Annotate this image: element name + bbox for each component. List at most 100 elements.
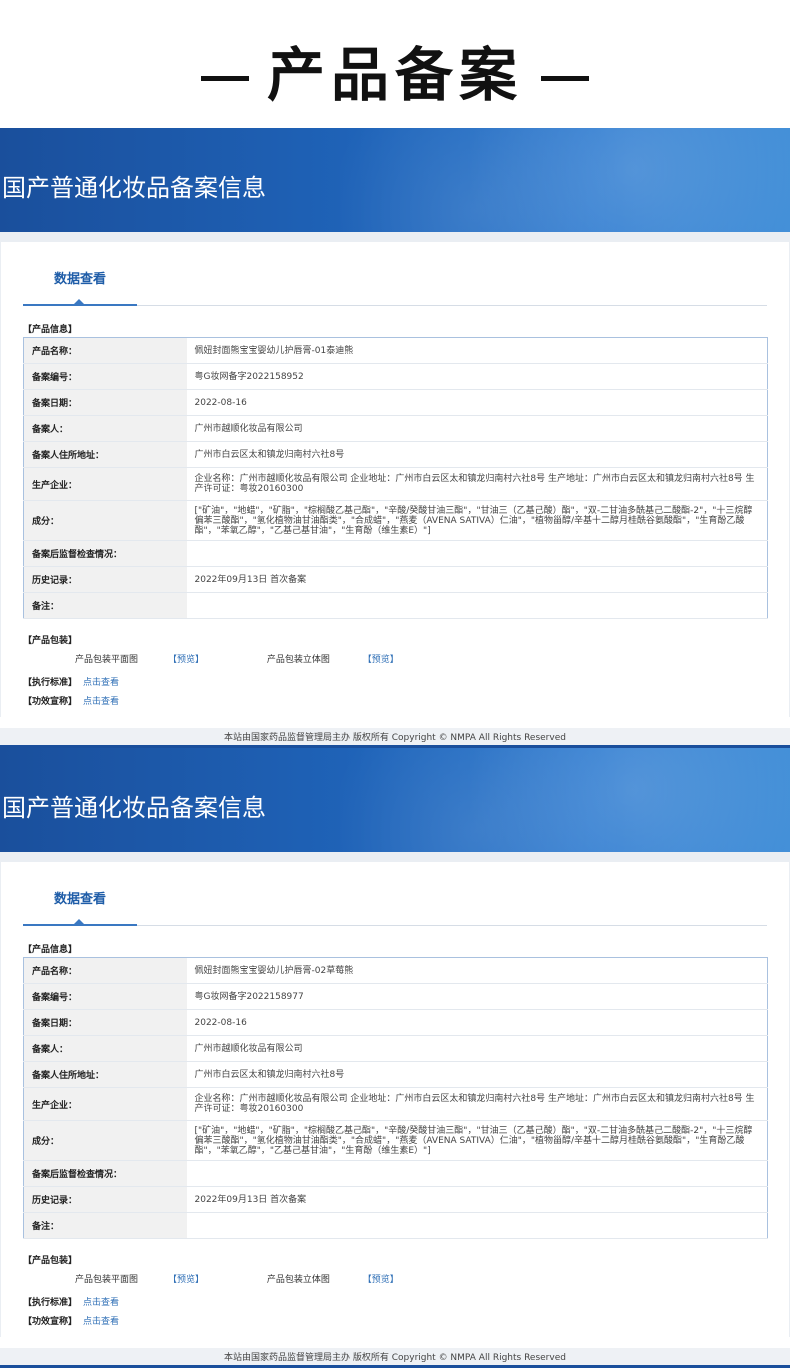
efficacy-view-link[interactable]: 点击查看 bbox=[83, 697, 119, 707]
efficacy-row: 【功效宣称】 点击查看 bbox=[23, 1314, 767, 1327]
packaging-row: 产品包装平面图 【预览】 产品包装立体图 【预览】 bbox=[75, 652, 767, 665]
pkg-flat-preview-link[interactable]: 【预览】 bbox=[168, 1275, 204, 1285]
efficacy-row: 【功效宣称】 点击查看 bbox=[23, 694, 767, 707]
pkg-3d-label: 产品包装立体图 bbox=[266, 655, 330, 665]
record-card: 数据查看 【产品信息】 产品名称： 佩妞封面熊宝宝婴幼儿护唇膏-02草莓熊 备案编… bbox=[0, 852, 790, 1337]
efficacy-label: 【功效宣称】 bbox=[23, 697, 78, 707]
value-name: 佩妞封面熊宝宝婴幼儿护唇膏-01泰迪熊 bbox=[186, 337, 768, 364]
table-row: 备案人： 广州市越顺化妆品有限公司 bbox=[23, 415, 768, 442]
record-panel-1: 国产普通化妆品备案信息 数据查看 【产品信息】 产品名称： 佩妞封面熊宝宝婴幼儿护… bbox=[0, 128, 790, 748]
standard-label: 【执行标准】 bbox=[23, 678, 78, 688]
pkg-3d-item: 产品包装立体图 【预览】 bbox=[267, 655, 429, 665]
title-dash-left bbox=[200, 76, 249, 82]
table-row: 备案日期： 2022-08-16 bbox=[23, 1009, 768, 1036]
value-history: 2022年09月13日 首次备案 bbox=[186, 566, 768, 593]
pkg-3d-item: 产品包装立体图 【预览】 bbox=[267, 1275, 429, 1285]
label-history: 历史记录： bbox=[23, 566, 187, 593]
value-filer: 广州市越顺化妆品有限公司 bbox=[186, 415, 768, 442]
value-filer-addr: 广州市白云区太和镇龙归南村六社8号 bbox=[186, 1061, 768, 1088]
pkg-flat-preview-link[interactable]: 【预览】 bbox=[168, 655, 204, 665]
table-row: 备案日期： 2022-08-16 bbox=[23, 389, 768, 416]
banner: 国产普通化妆品备案信息 bbox=[0, 748, 790, 852]
label-reg-date: 备案日期： bbox=[23, 1009, 187, 1036]
table-row: 备案编号： 粤G妆网备字2022158977 bbox=[23, 983, 768, 1010]
value-remark bbox=[186, 592, 768, 619]
title-dash-right bbox=[541, 76, 589, 82]
footer: 本站由国家药品监督管理局主办 版权所有 Copyright © NMPA All… bbox=[0, 728, 790, 748]
value-post-check bbox=[186, 540, 768, 567]
record-panel-2: 国产普通化妆品备案信息 数据查看 【产品信息】 产品名称： 佩妞封面熊宝宝婴幼儿护… bbox=[0, 748, 790, 1368]
standard-row: 【执行标准】 点击查看 bbox=[23, 675, 767, 688]
table-row: 成分： ["矿油"，"地蜡"，"矿脂"，"棕榈酸乙基己酯"，"辛酸/癸酸甘油三酯"… bbox=[23, 1120, 768, 1161]
banner-title: 国产普通化妆品备案信息 bbox=[2, 794, 266, 822]
packaging-section: 【产品包装】 产品包装平面图 【预览】 产品包装立体图 【预览】 bbox=[23, 1253, 767, 1285]
table-row: 生产企业： 企业名称：广州市越顺化妆品有限公司 企业地址：广州市白云区太和镇龙归南… bbox=[23, 467, 768, 501]
standard-view-link[interactable]: 点击查看 bbox=[83, 678, 119, 688]
value-name: 佩妞封面熊宝宝婴幼儿护唇膏-02草莓熊 bbox=[186, 957, 768, 984]
tab-data-view[interactable]: 数据查看 bbox=[23, 888, 137, 926]
table-row: 备案人住所地址： 广州市白云区太和镇龙归南村六社8号 bbox=[23, 1061, 768, 1088]
efficacy-view-link[interactable]: 点击查看 bbox=[83, 1317, 119, 1327]
table-row: 历史记录： 2022年09月13日 首次备案 bbox=[23, 566, 768, 593]
footer: 本站由国家药品监督管理局主办 版权所有 Copyright © NMPA All… bbox=[0, 1348, 790, 1368]
banner-title: 国产普通化妆品备案信息 bbox=[2, 174, 266, 202]
page-header: 产品备案 bbox=[0, 0, 790, 128]
label-history: 历史记录： bbox=[23, 1186, 187, 1213]
value-reg-date: 2022-08-16 bbox=[186, 1009, 768, 1036]
tab-data-view[interactable]: 数据查看 bbox=[23, 268, 137, 306]
packaging-section: 【产品包装】 产品包装平面图 【预览】 产品包装立体图 【预览】 bbox=[23, 633, 767, 665]
pkg-flat-item: 产品包装平面图 【预览】 bbox=[75, 1275, 234, 1285]
packaging-row: 产品包装平面图 【预览】 产品包装立体图 【预览】 bbox=[75, 1272, 767, 1285]
standard-view-link[interactable]: 点击查看 bbox=[83, 1298, 119, 1308]
table-row: 产品名称： 佩妞封面熊宝宝婴幼儿护唇膏-02草莓熊 bbox=[23, 957, 768, 984]
value-filer-addr: 广州市白云区太和镇龙归南村六社8号 bbox=[186, 441, 768, 468]
table-row: 备案人： 广州市越顺化妆品有限公司 bbox=[23, 1035, 768, 1062]
label-reg-date: 备案日期： bbox=[23, 389, 187, 416]
tabbar: 数据查看 bbox=[23, 256, 767, 306]
label-filer: 备案人： bbox=[23, 1035, 187, 1062]
pkg-flat-label: 产品包装平面图 bbox=[75, 655, 139, 665]
value-history: 2022年09月13日 首次备案 bbox=[186, 1186, 768, 1213]
section-product-info: 【产品信息】 bbox=[23, 325, 78, 335]
record-card-inner: 数据查看 【产品信息】 产品名称： 佩妞封面熊宝宝婴幼儿护唇膏-01泰迪熊 备案编… bbox=[1, 242, 789, 717]
record-card-inner: 数据查看 【产品信息】 产品名称： 佩妞封面熊宝宝婴幼儿护唇膏-02草莓熊 备案编… bbox=[1, 862, 789, 1337]
label-ingredients: 成分： bbox=[23, 500, 187, 541]
label-filer-addr: 备案人住所地址： bbox=[23, 441, 187, 468]
value-reg-date: 2022-08-16 bbox=[186, 389, 768, 416]
label-manufacturer: 生产企业： bbox=[23, 467, 187, 501]
label-remark: 备注： bbox=[23, 592, 187, 619]
standard-label: 【执行标准】 bbox=[23, 1298, 78, 1308]
table-row: 备注： bbox=[23, 592, 768, 619]
section-product-info: 【产品信息】 bbox=[23, 945, 78, 955]
value-filer: 广州市越顺化妆品有限公司 bbox=[186, 1035, 768, 1062]
pkg-3d-preview-link[interactable]: 【预览】 bbox=[363, 1275, 399, 1285]
label-post-check: 备案后监督检查情况： bbox=[23, 1160, 187, 1187]
label-ingredients: 成分： bbox=[23, 1120, 187, 1161]
label-filer: 备案人： bbox=[23, 415, 187, 442]
label-name: 产品名称： bbox=[23, 337, 187, 364]
table-row: 备注： bbox=[23, 1212, 768, 1239]
value-remark bbox=[186, 1212, 768, 1239]
table-row: 历史记录： 2022年09月13日 首次备案 bbox=[23, 1186, 768, 1213]
page-title: 产品备案 bbox=[183, 28, 607, 112]
value-ingredients: ["矿油"，"地蜡"，"矿脂"，"棕榈酸乙基己酯"，"辛酸/癸酸甘油三酯"，"甘… bbox=[186, 1120, 768, 1161]
value-reg-no: 粤G妆网备字2022158977 bbox=[186, 983, 768, 1010]
label-reg-no: 备案编号： bbox=[23, 363, 187, 390]
pkg-3d-label: 产品包装立体图 bbox=[266, 1275, 330, 1285]
table-row: 备案编号： 粤G妆网备字2022158952 bbox=[23, 363, 768, 390]
value-manufacturer: 企业名称：广州市越顺化妆品有限公司 企业地址：广州市白云区太和镇龙归南村六社8号… bbox=[186, 1087, 768, 1121]
banner: 国产普通化妆品备案信息 bbox=[0, 128, 790, 232]
value-post-check bbox=[186, 1160, 768, 1187]
tabbar: 数据查看 bbox=[23, 876, 767, 926]
value-ingredients: ["矿油"，"地蜡"，"矿脂"，"棕榈酸乙基己酯"，"辛酸/癸酸甘油三酯"，"甘… bbox=[186, 500, 768, 541]
table-row: 备案人住所地址： 广州市白云区太和镇龙归南村六社8号 bbox=[23, 441, 768, 468]
table-row: 成分： ["矿油"，"地蜡"，"矿脂"，"棕榈酸乙基己酯"，"辛酸/癸酸甘油三酯"… bbox=[23, 500, 768, 541]
value-reg-no: 粤G妆网备字2022158952 bbox=[186, 363, 768, 390]
table-row: 备案后监督检查情况： bbox=[23, 1160, 768, 1187]
label-remark: 备注： bbox=[23, 1212, 187, 1239]
page-title-text: 产品备案 bbox=[266, 41, 523, 109]
product-info-table: 产品名称： 佩妞封面熊宝宝婴幼儿护唇膏-02草莓熊 备案编号： 粤G妆网备字2022… bbox=[23, 957, 768, 1239]
pkg-3d-preview-link[interactable]: 【预览】 bbox=[363, 655, 399, 665]
table-row: 备案后监督检查情况： bbox=[23, 540, 768, 567]
value-manufacturer: 企业名称：广州市越顺化妆品有限公司 企业地址：广州市白云区太和镇龙归南村六社8号… bbox=[186, 467, 768, 501]
